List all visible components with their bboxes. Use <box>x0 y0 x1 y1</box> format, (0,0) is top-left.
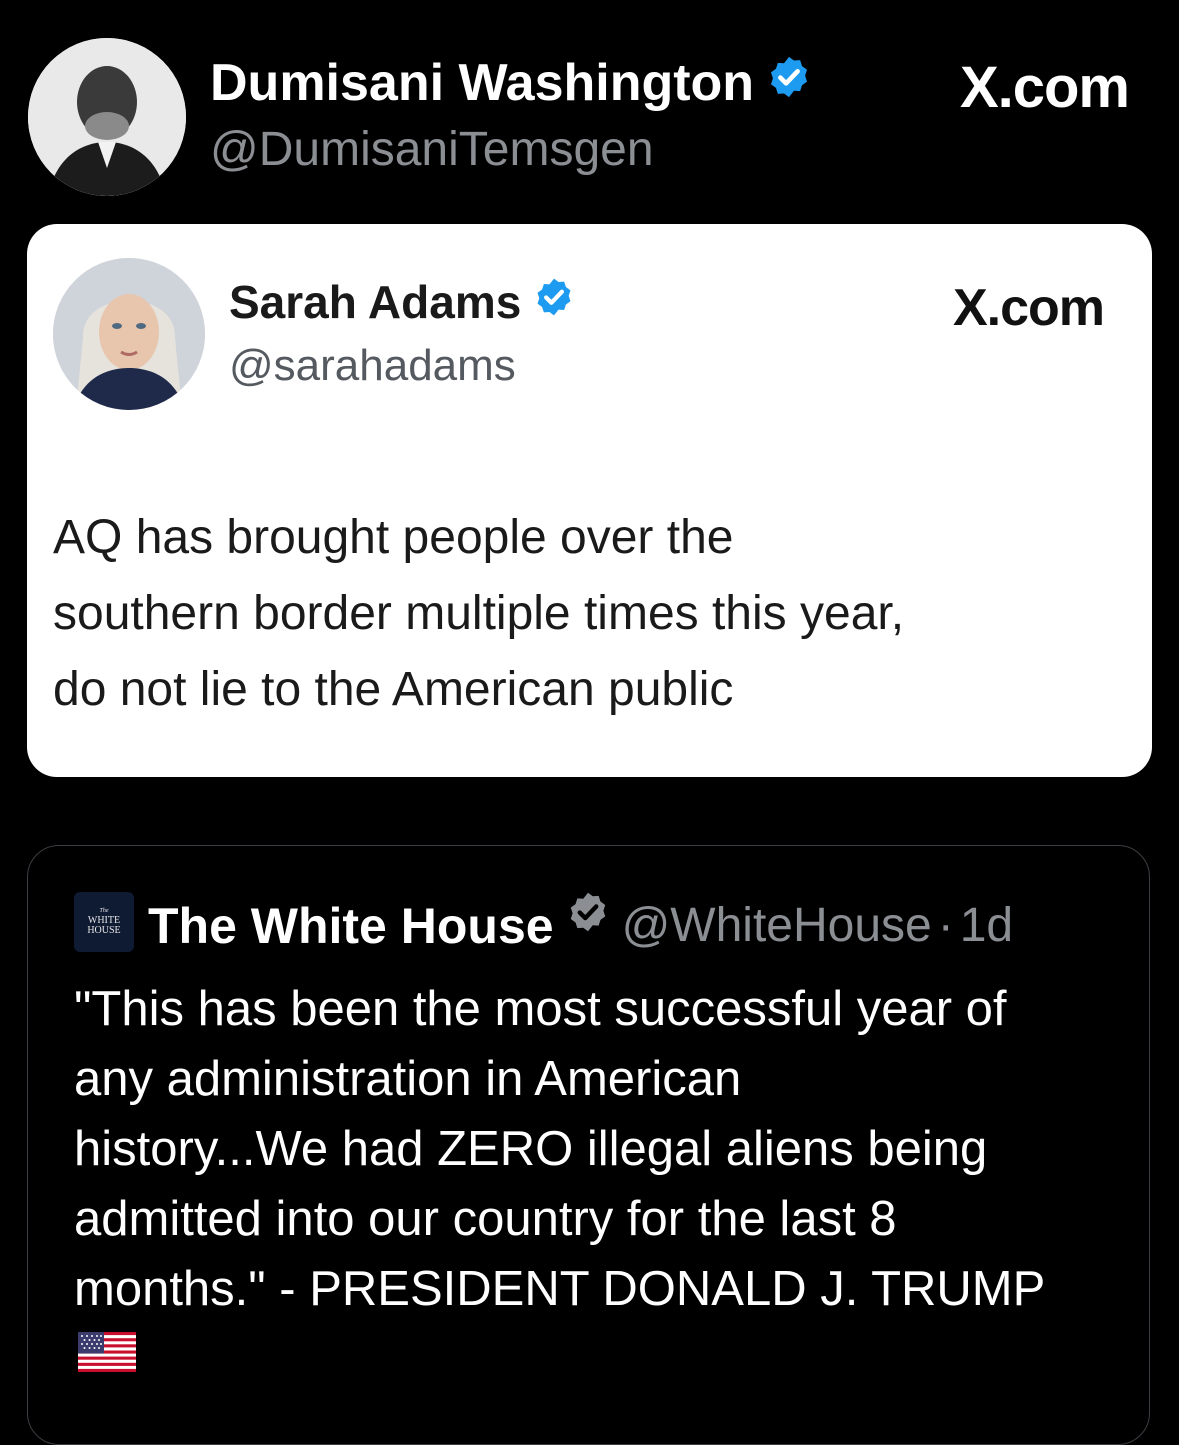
post-text-line: months." - PRESIDENT DONALD J. TRUMP <box>74 1262 1046 1316</box>
post-text: AQ has brought people over the southern … <box>53 500 1123 728</box>
logo-text-line: The <box>99 908 109 914</box>
post-text: "This has been the most successful year … <box>74 974 1134 1324</box>
post-text-line: AQ has brought people over the <box>53 511 734 564</box>
post-text-line: history...We had ZERO illegal aliens bei… <box>74 1122 988 1176</box>
post-text-line: any administration in American <box>74 1052 742 1106</box>
quoted-post-header: The White House @WhiteHouse · 1d <box>148 890 1013 962</box>
verified-gray-badge-icon <box>566 890 610 962</box>
post-text-line: do not lie to the American public <box>53 663 734 716</box>
flag-us-icon <box>78 1332 136 1372</box>
post-text-line: admitted into our country for the last 8 <box>74 1192 897 1246</box>
display-name[interactable]: Sarah Adams <box>229 274 575 330</box>
display-name[interactable]: Dumisani Washington <box>210 52 812 114</box>
site-watermark: X.com <box>959 55 1130 120</box>
avatar[interactable] <box>28 38 186 196</box>
site-watermark: X.com <box>952 279 1105 337</box>
display-name-text[interactable]: Dumisani Washington <box>210 52 754 114</box>
user-handle[interactable]: @sarahadams <box>229 340 516 392</box>
user-handle[interactable]: @WhiteHouse <box>622 894 932 958</box>
white-house-logo[interactable]: The WHITE HOUSE <box>74 892 134 952</box>
embedded-post-card[interactable]: Sarah Adams @sarahadams X.com AQ has bro… <box>27 224 1152 777</box>
avatar[interactable] <box>53 258 205 410</box>
post-text-line: "This has been the most successful year … <box>74 982 1007 1036</box>
user-handle[interactable]: @DumisaniTemsgen <box>210 122 654 178</box>
display-name-text[interactable]: Sarah Adams <box>229 274 521 330</box>
post-timestamp[interactable]: 1d <box>960 894 1013 958</box>
profile-photo-icon <box>53 258 205 410</box>
verified-badge-icon <box>533 274 575 330</box>
quoted-post-card[interactable]: The WHITE HOUSE The White House @WhiteHo… <box>27 845 1150 1445</box>
retweet-header: Dumisani Washington @DumisaniTemsgen X.c… <box>0 0 1179 220</box>
verified-badge-icon <box>766 52 812 114</box>
post-text-line: southern border multiple times this year… <box>53 587 905 640</box>
display-name[interactable]: The White House <box>148 894 554 958</box>
separator-dot: · <box>937 899 954 952</box>
profile-photo-icon <box>28 38 186 196</box>
logo-text-line: HOUSE <box>87 925 121 936</box>
